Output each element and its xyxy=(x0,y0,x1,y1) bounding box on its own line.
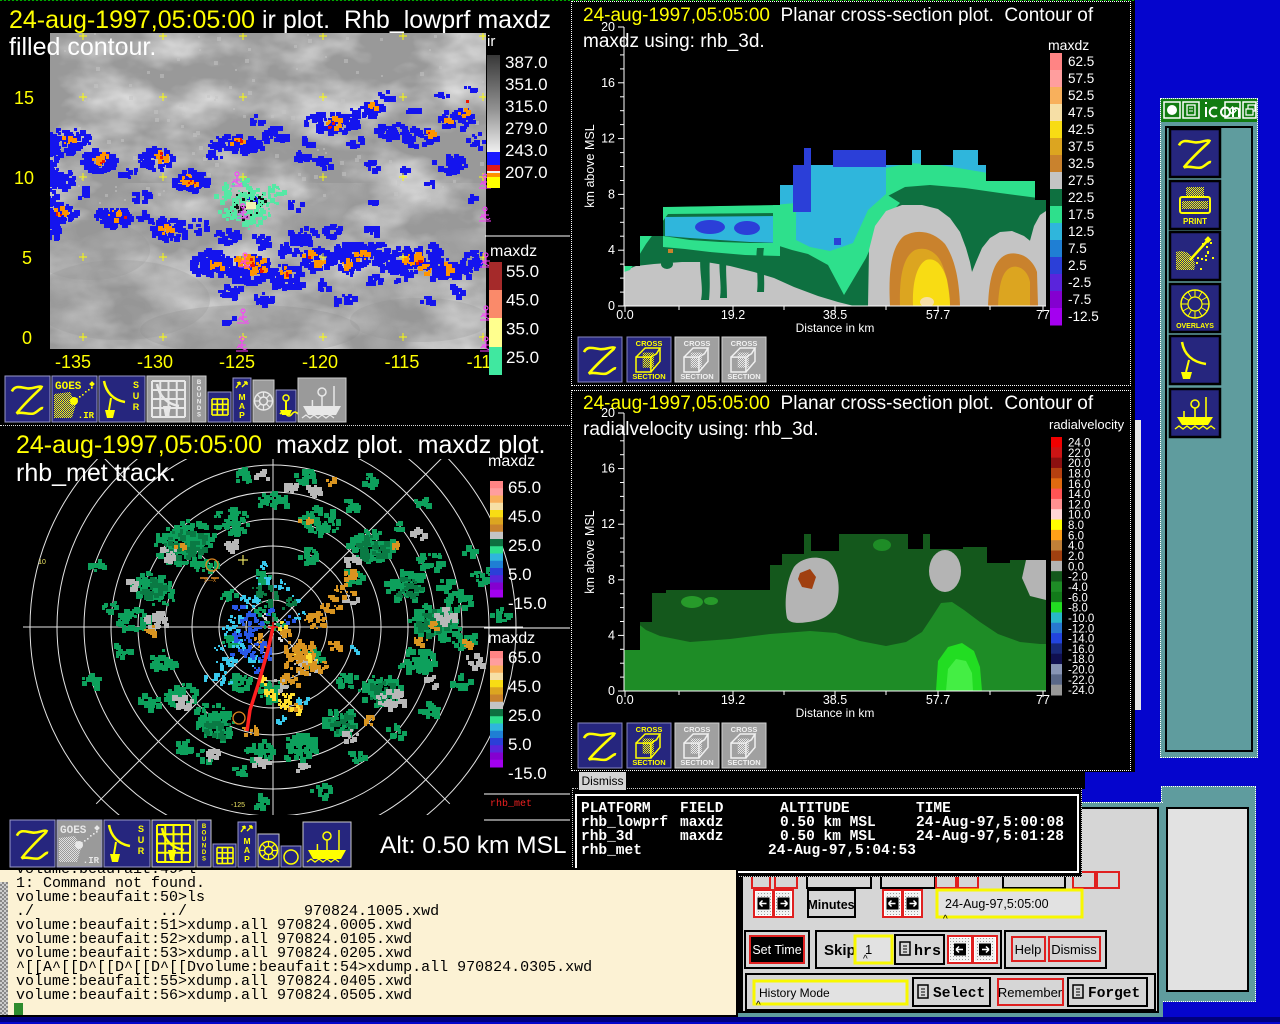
svg-text:279.0: 279.0 xyxy=(505,119,548,138)
svg-text:Distance in km: Distance in km xyxy=(796,321,875,335)
svg-text:8: 8 xyxy=(608,573,615,587)
svg-text:U: U xyxy=(133,391,140,401)
svg-text:P: P xyxy=(239,410,245,420)
svg-text:SECTION: SECTION xyxy=(727,372,760,381)
svg-text:351.0: 351.0 xyxy=(505,75,548,94)
svg-text:-125: -125 xyxy=(219,352,255,372)
svg-text:radialvelocity: radialvelocity xyxy=(1049,417,1125,432)
svg-text:-115: -115 xyxy=(385,352,420,372)
svg-text:SECTION: SECTION xyxy=(727,758,760,767)
svg-text:12.5: 12.5 xyxy=(1068,224,1094,239)
svg-text:57.7: 57.7 xyxy=(926,308,950,322)
svg-text:-120: -120 xyxy=(302,352,338,372)
svg-text:CROSS: CROSS xyxy=(636,339,663,348)
svg-text:ir: ir xyxy=(487,33,495,50)
svg-text:S: S xyxy=(133,380,139,390)
svg-text:62.5: 62.5 xyxy=(1068,54,1094,69)
svg-text:-7.5: -7.5 xyxy=(1068,292,1091,307)
svg-text:D: D xyxy=(197,406,202,412)
svg-text:57.7: 57.7 xyxy=(926,693,950,707)
svg-text:387.0: 387.0 xyxy=(505,53,548,72)
svg-text:10: 10 xyxy=(14,168,34,188)
svg-text:243.0: 243.0 xyxy=(505,141,548,160)
svg-text:0: 0 xyxy=(608,299,615,313)
svg-text:55.0: 55.0 xyxy=(506,262,539,281)
svg-text:-2.5: -2.5 xyxy=(1068,275,1091,290)
svg-text:CROSS: CROSS xyxy=(731,339,758,348)
svg-text:16: 16 xyxy=(601,462,615,476)
svg-text:-24.0: -24.0 xyxy=(1068,685,1094,697)
svg-text:7.5: 7.5 xyxy=(1068,241,1087,256)
svg-text:0.0: 0.0 xyxy=(616,693,633,707)
svg-text:35.0: 35.0 xyxy=(506,319,539,338)
svg-text:22.5: 22.5 xyxy=(1068,190,1094,205)
svg-text:4: 4 xyxy=(608,628,615,642)
svg-text:16: 16 xyxy=(601,76,615,90)
svg-text:.IR: .IR xyxy=(78,411,95,421)
svg-text:77: 77 xyxy=(1036,308,1050,322)
svg-text:-12.5: -12.5 xyxy=(1068,309,1099,324)
svg-text:19.2: 19.2 xyxy=(721,308,745,322)
svg-text:38.5: 38.5 xyxy=(823,693,847,707)
svg-text:U: U xyxy=(197,393,201,399)
svg-text:CROSS: CROSS xyxy=(636,725,663,734)
svg-text:315.0: 315.0 xyxy=(505,97,548,116)
svg-text:4: 4 xyxy=(608,243,615,257)
svg-text:CROSS: CROSS xyxy=(684,725,711,734)
svg-text:37.5: 37.5 xyxy=(1068,139,1094,154)
svg-text:12: 12 xyxy=(601,517,615,531)
svg-text:CROSS: CROSS xyxy=(731,725,758,734)
svg-text:GOES: GOES xyxy=(55,381,82,393)
svg-text:SECTION: SECTION xyxy=(632,372,665,381)
svg-text:B: B xyxy=(197,380,202,386)
svg-text:maxdz: maxdz xyxy=(490,243,537,260)
svg-text:20: 20 xyxy=(601,20,615,34)
svg-text:19.2: 19.2 xyxy=(721,693,745,707)
svg-text:0: 0 xyxy=(608,684,615,698)
svg-text:8: 8 xyxy=(608,187,615,201)
svg-text:27.5: 27.5 xyxy=(1068,173,1094,188)
svg-text:SECTION: SECTION xyxy=(632,758,665,767)
svg-text:-130: -130 xyxy=(137,352,173,372)
svg-text:CROSS: CROSS xyxy=(684,339,711,348)
svg-text:45.0: 45.0 xyxy=(506,291,539,310)
svg-text:2.5: 2.5 xyxy=(1068,258,1087,273)
svg-text:0: 0 xyxy=(22,328,32,348)
svg-text:km above MSL: km above MSL xyxy=(583,124,597,207)
svg-text:52.5: 52.5 xyxy=(1068,88,1094,103)
svg-text:0.0: 0.0 xyxy=(616,308,633,322)
svg-text:207.0: 207.0 xyxy=(505,163,548,182)
svg-text:R: R xyxy=(133,402,140,412)
svg-text:O: O xyxy=(197,387,202,393)
svg-text:77: 77 xyxy=(1036,693,1050,707)
svg-text:47.5: 47.5 xyxy=(1068,105,1094,120)
svg-text:maxdz: maxdz xyxy=(1048,37,1089,53)
svg-text:17.5: 17.5 xyxy=(1068,207,1094,222)
svg-text:57.5: 57.5 xyxy=(1068,71,1094,86)
svg-text:Distance in km: Distance in km xyxy=(796,706,875,720)
svg-text:20: 20 xyxy=(601,406,615,420)
svg-text:32.5: 32.5 xyxy=(1068,156,1094,171)
svg-text:N: N xyxy=(197,400,201,406)
svg-text:12: 12 xyxy=(601,132,615,146)
svg-text:15: 15 xyxy=(14,88,34,108)
svg-text:38.5: 38.5 xyxy=(823,308,847,322)
svg-text:-135: -135 xyxy=(55,352,91,372)
svg-text:km above MSL: km above MSL xyxy=(583,510,597,593)
svg-text:S: S xyxy=(197,413,201,419)
svg-text:SECTION: SECTION xyxy=(680,758,713,767)
svg-text:42.5: 42.5 xyxy=(1068,122,1094,137)
svg-text:5: 5 xyxy=(22,248,32,268)
svg-text:25.0: 25.0 xyxy=(506,348,539,367)
svg-text:SECTION: SECTION xyxy=(680,372,713,381)
